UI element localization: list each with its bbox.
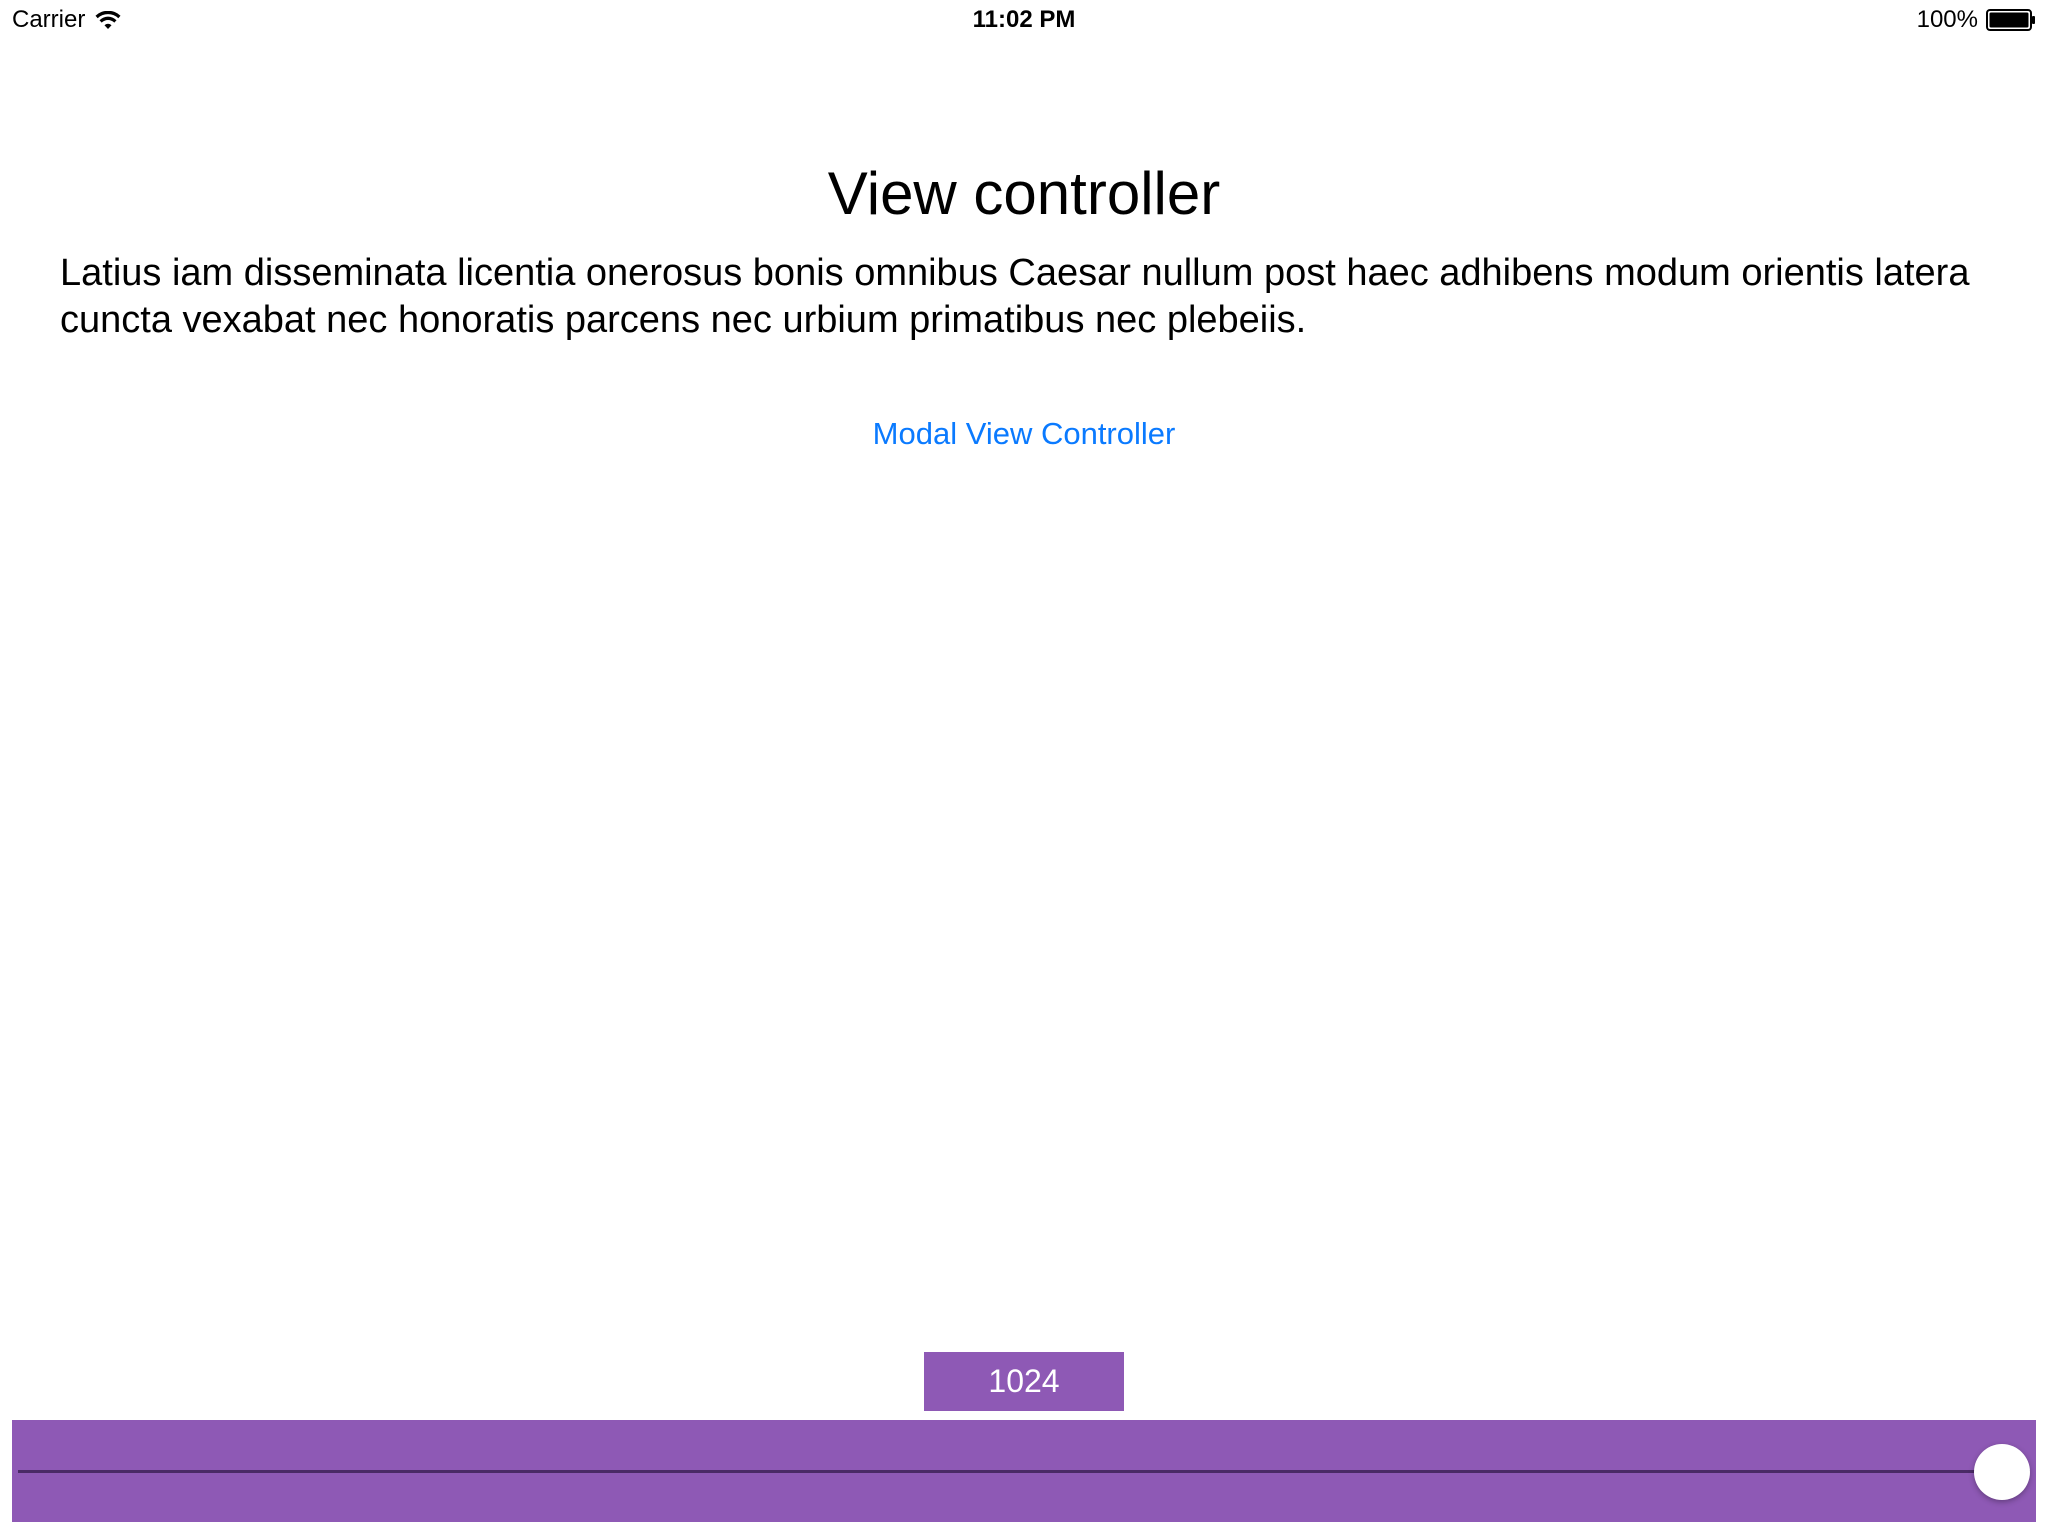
slider-panel bbox=[12, 1420, 2036, 1522]
slider-track[interactable] bbox=[18, 1470, 2030, 1473]
battery-percent: 100% bbox=[1916, 6, 1978, 33]
status-right: 100% bbox=[1917, 6, 2036, 34]
status-time: 11:02 PM bbox=[972, 6, 1076, 33]
screen: Carrier 11:02 PM 100% View controller La… bbox=[0, 0, 2048, 1536]
page-title: View controller bbox=[827, 160, 1221, 227]
slider-thumb[interactable] bbox=[1974, 1444, 2030, 1500]
modal-view-controller-button[interactable]: Modal View Controller bbox=[0, 414, 2048, 454]
body-text: Latius iam disseminata licentia onerosus… bbox=[60, 252, 1970, 341]
slider-value-badge: 1024 bbox=[924, 1352, 1124, 1411]
slider-fill bbox=[18, 1470, 2002, 1473]
status-bar: Carrier 11:02 PM 100% bbox=[0, 0, 2048, 40]
battery-icon bbox=[1986, 9, 2036, 31]
